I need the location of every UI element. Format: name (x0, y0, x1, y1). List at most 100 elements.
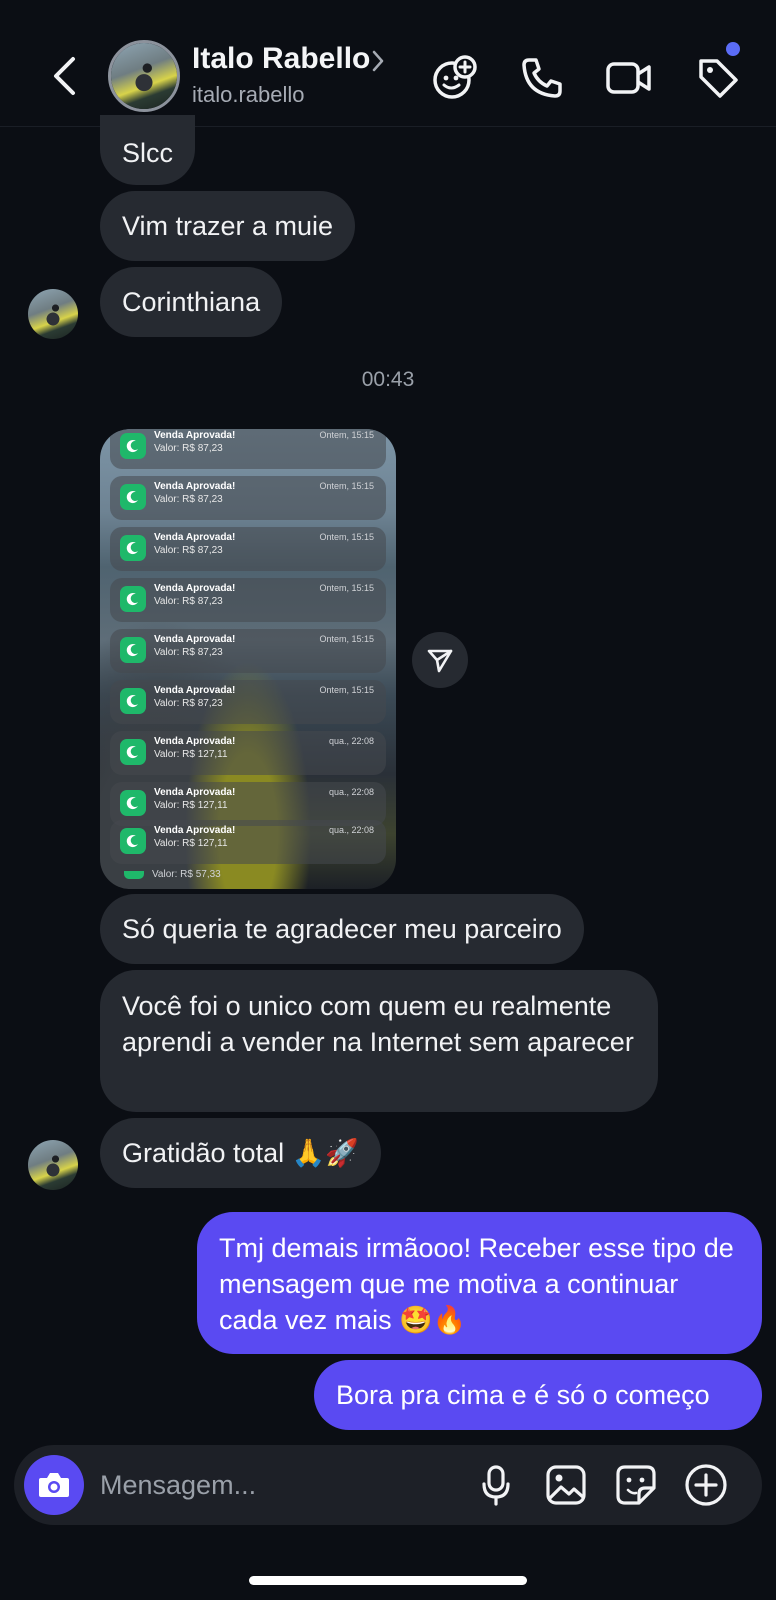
notification-card: Venda Aprovada! Valor: R$ 87,23 Ontem, 1… (110, 476, 386, 520)
message-emoji: 🤩🔥 (399, 1305, 467, 1336)
notification-value: Valor: R$ 87,23 (154, 443, 223, 454)
notification-value: Valor: R$ 87,23 (154, 698, 223, 709)
notification-title: Venda Aprovada! (154, 787, 236, 798)
voice-call-button[interactable] (514, 50, 570, 106)
notification-partial: Valor: R$ 57,33 (124, 869, 221, 880)
tag-icon (699, 59, 738, 98)
notification-card: Venda Aprovada! Valor: R$ 87,23 Ontem, 1… (110, 578, 386, 622)
notification-title: Venda Aprovada! (154, 430, 236, 441)
home-indicator[interactable] (249, 1576, 527, 1585)
notification-time: Ontem, 15:15 (319, 634, 374, 644)
app-icon (120, 484, 146, 510)
share-button[interactable] (412, 632, 468, 688)
app-icon (124, 870, 144, 879)
notification-time: Ontem, 15:15 (319, 481, 374, 491)
message-timestamp: 00:43 (361, 368, 415, 391)
app-icon (120, 535, 146, 561)
more-options-button[interactable] (680, 1459, 732, 1511)
notification-value: Valor: R$ 127,11 (154, 838, 228, 849)
notification-title: Venda Aprovada! (154, 583, 236, 594)
face-plus-icon (433, 55, 477, 99)
message-bubble[interactable]: Corinthiana (100, 267, 283, 337)
app-icon (120, 828, 146, 854)
chevron-right-icon[interactable] (372, 50, 384, 72)
voice-message-button[interactable] (470, 1459, 522, 1511)
notification-dot (726, 42, 740, 56)
notification-value: Valor: R$ 87,23 (154, 494, 223, 505)
message-bubble-outgoing[interactable]: Tmj demais irmãooo! Receber esse tipo de… (197, 1212, 762, 1354)
chevron-left-icon (54, 57, 75, 95)
notification-title: Venda Aprovada! (154, 532, 236, 543)
message-input[interactable] (100, 1461, 440, 1509)
avatar-image (111, 43, 177, 109)
notification-value: Valor: R$ 87,23 (154, 545, 223, 556)
sender-avatar[interactable] (28, 1140, 78, 1190)
image-message[interactable]: Venda Aprovada! Valor: R$ 87,23 Ontem, 1… (100, 429, 396, 889)
notification-value: Valor: R$ 87,23 (154, 647, 223, 658)
message-text: Tmj demais irmãooo! Receber esse tipo de… (219, 1233, 734, 1335)
contact-avatar[interactable] (108, 40, 180, 112)
contact-username[interactable]: italo.rabello (192, 82, 305, 108)
app-icon (120, 688, 146, 714)
camera-icon (39, 1473, 69, 1497)
sticker-button[interactable] (610, 1459, 662, 1511)
notification-value: Valor: R$ 127,11 (154, 749, 228, 760)
plus-circle-icon (685, 1464, 727, 1506)
tag-button[interactable] (690, 42, 746, 106)
message-text: Vim trazer a muie (122, 211, 334, 241)
app-icon (120, 637, 146, 663)
send-icon (427, 649, 453, 673)
message-bubble[interactable]: Você foi o unico com quem eu realmente a… (100, 970, 658, 1112)
notification-time: Ontem, 15:15 (319, 430, 374, 440)
notification-time: qua., 22:08 (328, 825, 374, 835)
notification-title: Venda Aprovada! (154, 825, 236, 836)
notification-card: Venda Aprovada! Valor: R$ 127,11 qua., 2… (110, 731, 386, 775)
message-text: Gratidão total (122, 1138, 285, 1168)
notification-title: Venda Aprovada! (154, 481, 236, 492)
contact-name[interactable]: Italo Rabello (192, 42, 370, 76)
video-camera-icon (606, 62, 651, 94)
notification-time: Ontem, 15:15 (319, 532, 374, 542)
notification-time: qua., 22:08 (328, 787, 374, 797)
app-icon (120, 586, 146, 612)
video-call-button[interactable] (601, 50, 657, 106)
image-icon (546, 1465, 586, 1505)
message-text: Só queria te agradecer meu parceiro (122, 914, 562, 944)
gallery-button[interactable] (540, 1459, 592, 1511)
avatar-image (28, 289, 78, 339)
notification-time: Ontem, 15:15 (319, 583, 374, 593)
phone-icon (522, 58, 562, 98)
notification-card: Venda Aprovada! Valor: R$ 87,23 Ontem, 1… (110, 429, 386, 469)
message-composer (14, 1445, 762, 1525)
notification-value: Valor: R$ 57,33 (152, 869, 221, 880)
message-text: Slcc (122, 138, 174, 168)
back-button[interactable] (40, 48, 88, 104)
avatar-image (28, 1140, 78, 1190)
effects-button[interactable] (426, 50, 482, 106)
message-text: Bora pra cima e é só o começo (336, 1380, 710, 1410)
message-bubble-outgoing[interactable]: Bora pra cima e é só o começo (314, 1360, 762, 1430)
notification-card: Venda Aprovada! Valor: R$ 87,23 Ontem, 1… (110, 527, 386, 571)
notification-title: Venda Aprovada! (154, 685, 236, 696)
notification-card: Venda Aprovada! Valor: R$ 87,23 Ontem, 1… (110, 629, 386, 673)
message-bubble[interactable]: Vim trazer a muie (100, 191, 356, 261)
notification-time: Ontem, 15:15 (319, 685, 374, 695)
notification-card: Venda Aprovada! Valor: R$ 127,11 qua., 2… (110, 820, 386, 864)
notification-value: Valor: R$ 87,23 (154, 596, 223, 607)
app-icon (120, 790, 146, 816)
notification-title: Venda Aprovada! (154, 634, 236, 645)
microphone-icon (482, 1465, 510, 1506)
notification-time: qua., 22:08 (328, 736, 374, 746)
chat-screen: Italo Rabello italo.rabello Slcc Vim tra… (0, 0, 776, 1600)
message-emoji: 🙏🚀 (291, 1138, 359, 1169)
message-bubble[interactable]: Gratidão total 🙏🚀 (100, 1118, 381, 1188)
notification-value: Valor: R$ 127,11 (154, 800, 228, 811)
message-bubble[interactable]: Slcc (100, 115, 196, 185)
camera-button[interactable] (24, 1455, 84, 1515)
message-text: Você foi o unico com quem eu realmente a… (122, 991, 634, 1057)
message-bubble[interactable]: Só queria te agradecer meu parceiro (100, 894, 584, 964)
app-icon (120, 739, 146, 765)
sender-avatar[interactable] (28, 289, 78, 339)
sticker-icon (616, 1465, 656, 1505)
notification-card: Venda Aprovada! Valor: R$ 87,23 Ontem, 1… (110, 680, 386, 724)
